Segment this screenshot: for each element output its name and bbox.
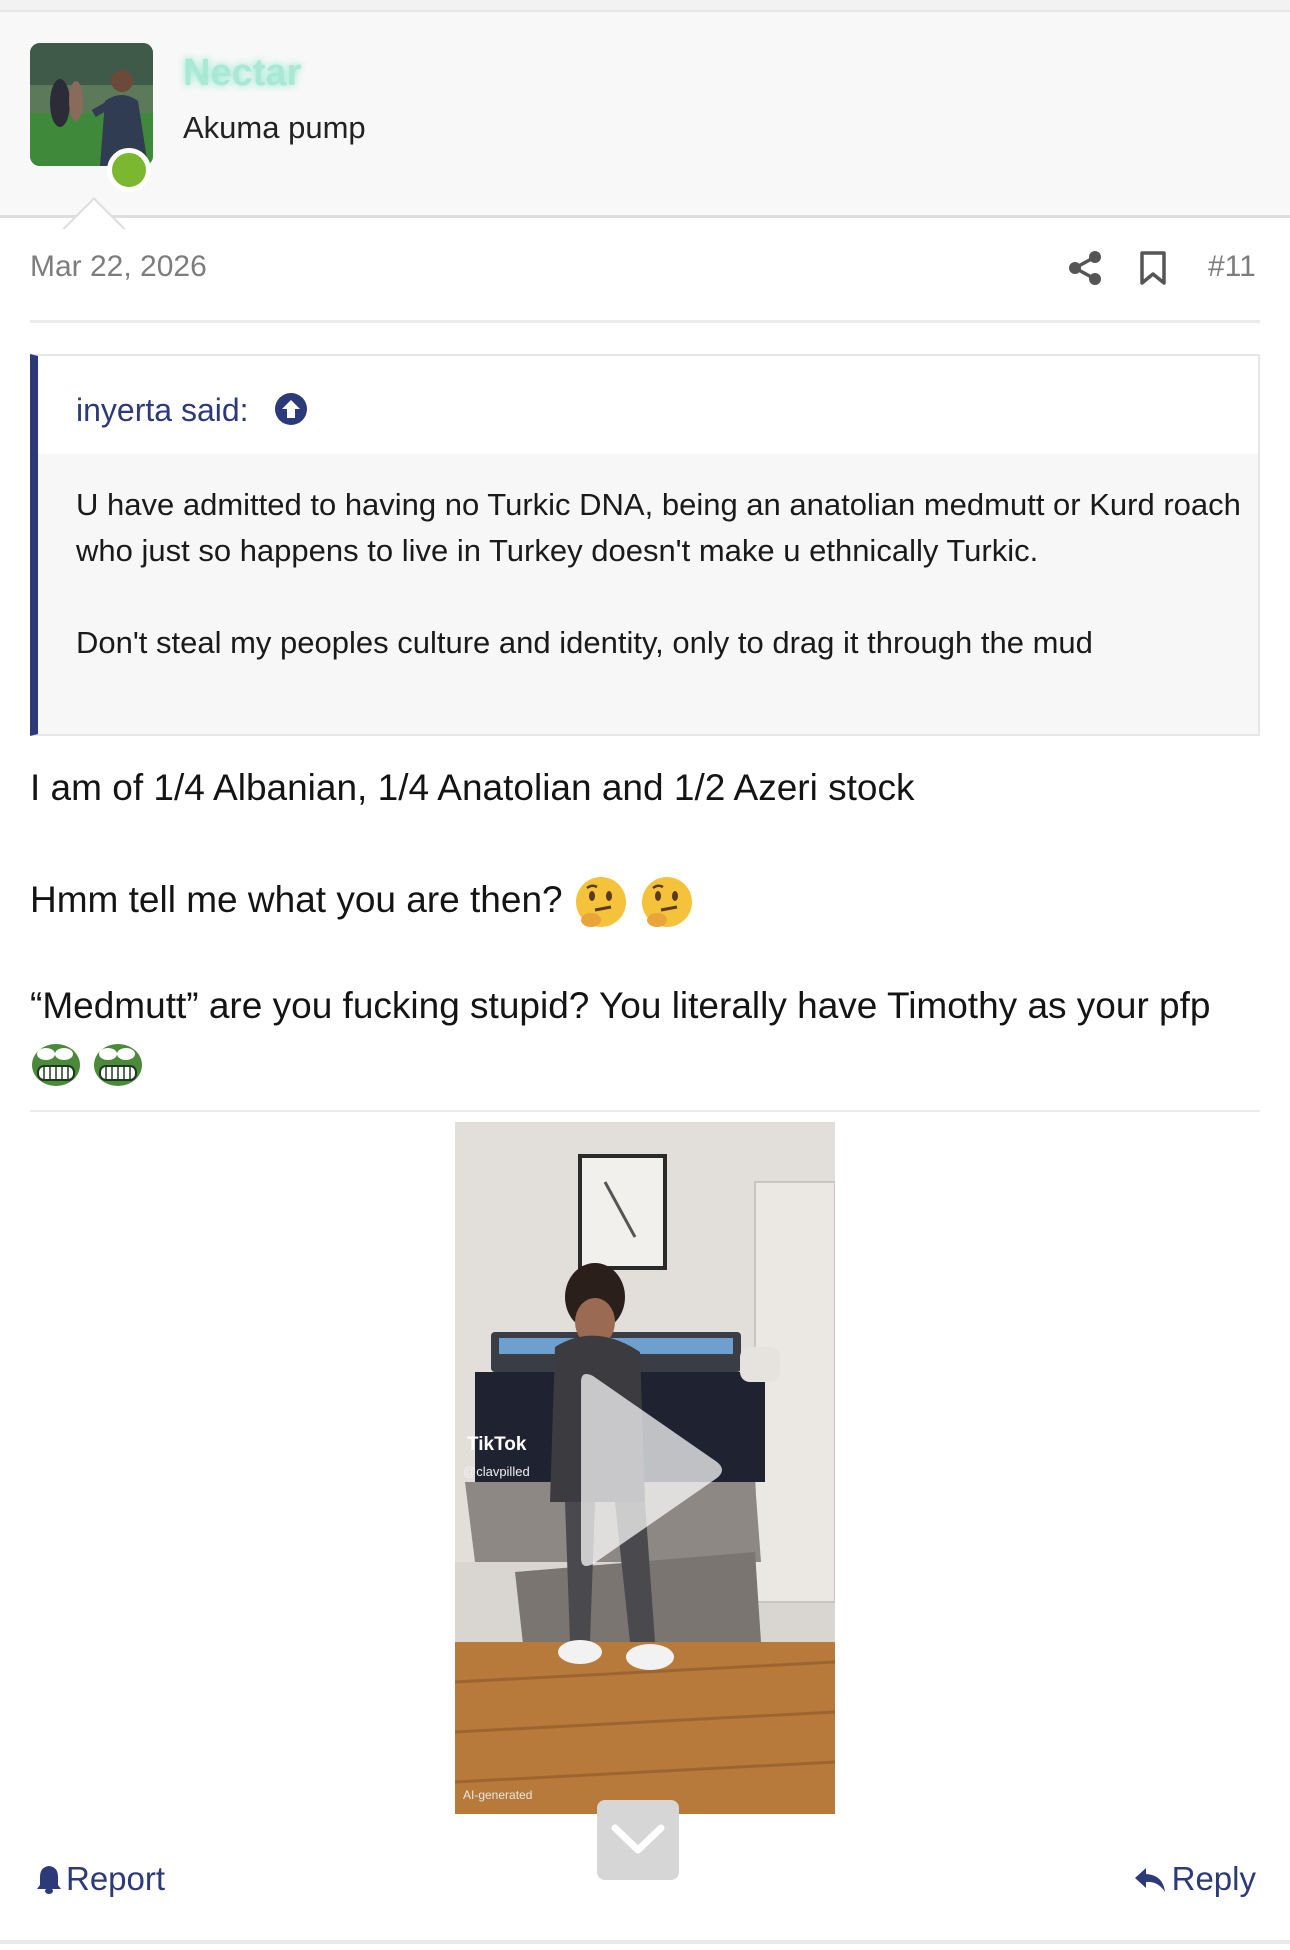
body-line: I am of 1/4 Albanian, 1/4 Anatolian and … (30, 767, 915, 808)
quote-header: inyerta said: (38, 356, 1258, 454)
content-divider (30, 1110, 1260, 1112)
quote-author[interactable]: inyerta said: (76, 392, 249, 429)
body-line: “Medmutt” are you fucking stupid? You li… (30, 985, 1211, 1026)
bookmark-icon[interactable] (1138, 250, 1168, 286)
thinking-face-emoji (642, 877, 693, 928)
tiktok-handle: @clavpilled (463, 1464, 530, 1479)
chevron-down-icon (611, 1824, 665, 1854)
bell-icon (37, 1866, 61, 1894)
expand-button[interactable] (597, 1800, 679, 1880)
user-title: Akuma pump (183, 110, 366, 145)
avatar[interactable] (30, 43, 153, 166)
quote-body: U have admitted to having no Turkic DNA,… (76, 482, 1246, 666)
pepe-grin-emoji (32, 1044, 80, 1087)
message-pointer (64, 200, 124, 230)
embedded-video[interactable]: TikTok @clavpilled AI-generated (455, 1122, 835, 1814)
body-line-with-emoji: Hmm tell me what you are then? (30, 872, 695, 930)
post-bottom-border (0, 1940, 1290, 1944)
share-icon[interactable] (1068, 250, 1102, 286)
report-button[interactable]: Report (36, 1860, 165, 1898)
username[interactable]: Nectar (183, 52, 301, 95)
post-user-header: Nectar Akuma pump (0, 12, 1290, 230)
quote-jump-icon[interactable] (274, 392, 308, 426)
pepe-grin-emoji (94, 1044, 143, 1087)
ai-generated-label: AI-generated (463, 1788, 533, 1802)
reply-icon (1134, 1868, 1165, 1892)
quote-paragraph: U have admitted to having no Turkic DNA,… (76, 487, 1241, 568)
quote-block: inyerta said: U have admitted to having … (30, 354, 1260, 736)
play-icon[interactable] (567, 1370, 727, 1570)
top-border (0, 0, 1290, 12)
thinking-face-emoji (575, 877, 626, 928)
body-line: Hmm tell me what you are then? (30, 879, 563, 920)
body-line-with-emoji: “Medmutt” are you fucking stupid? You li… (30, 978, 1260, 1088)
report-label: Report (66, 1860, 166, 1897)
quote-paragraph: Don't steal my peoples culture and ident… (76, 625, 1093, 660)
reply-button[interactable]: Reply (1134, 1860, 1256, 1898)
online-status-indicator (107, 148, 151, 192)
reply-label: Reply (1171, 1860, 1256, 1897)
post-date[interactable]: Mar 22, 2026 (30, 250, 207, 284)
post-number[interactable]: #11 (1208, 250, 1256, 284)
tiktok-logo: TikTok (467, 1434, 527, 1455)
meta-divider (30, 320, 1260, 323)
